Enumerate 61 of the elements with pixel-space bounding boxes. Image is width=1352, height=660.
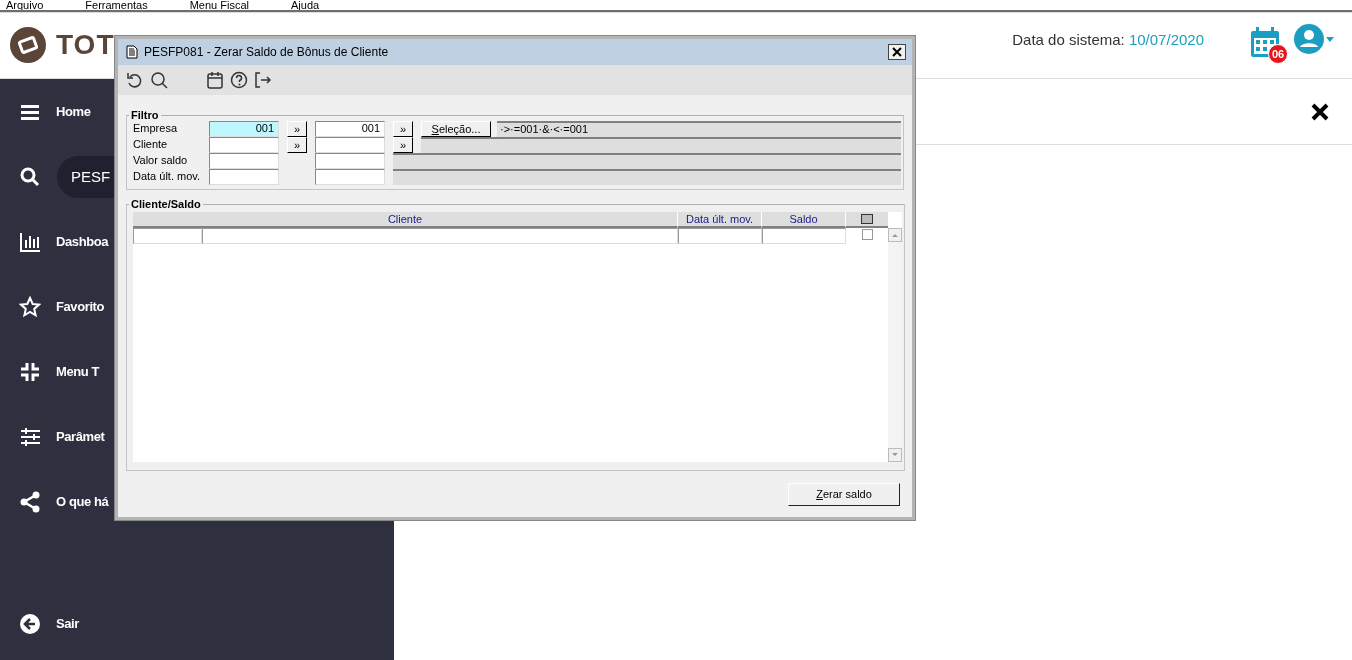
field-label: Empresa [133, 121, 179, 136]
scroll-down-icon [888, 448, 902, 462]
menu-item[interactable]: Ferramentas [85, 0, 148, 10]
share-icon[interactable] [19, 490, 41, 513]
input-field[interactable]: 001 [315, 121, 385, 137]
column-header[interactable]: Saldo [762, 212, 846, 228]
menu-item[interactable]: Menu Fiscal [189, 0, 249, 10]
group-title: Filtro [130, 109, 160, 121]
search-field[interactable]: PESF [57, 155, 115, 198]
range-button[interactable]: » [393, 121, 413, 137]
nav-item[interactable]: Menu T [56, 364, 100, 379]
select-all-icon[interactable] [861, 214, 873, 224]
range-button[interactable]: » [287, 121, 307, 137]
input-field[interactable] [209, 137, 279, 153]
document-icon [126, 45, 138, 59]
nav-item[interactable]: Parâmet [56, 429, 105, 444]
range-button[interactable]: » [393, 137, 413, 153]
selection-button[interactable]: Seleção... [421, 121, 491, 137]
field-label: Data últ. mov. [133, 169, 202, 184]
nav-item[interactable]: Home [56, 104, 91, 119]
nav-item[interactable]: Sair [56, 616, 79, 631]
input-field[interactable] [209, 169, 279, 185]
input-field[interactable] [315, 169, 385, 185]
nav-item[interactable]: Favorito [56, 299, 105, 314]
avatar-icon[interactable] [1294, 24, 1324, 54]
close-icon [892, 47, 902, 57]
scrollbar[interactable] [888, 228, 902, 462]
input-field[interactable] [315, 153, 385, 169]
notification-badge: 06 [1268, 44, 1288, 64]
caret-icon [1326, 36, 1334, 42]
bar-chart-icon[interactable] [19, 230, 41, 253]
group-title: Cliente/Saldo [130, 198, 202, 210]
input-field[interactable]: 001 [209, 121, 279, 137]
help-icon[interactable] [230, 71, 248, 89]
scroll-up-icon [888, 228, 902, 242]
exit-icon[interactable] [254, 71, 272, 89]
undo-icon[interactable] [126, 71, 144, 89]
input-field[interactable] [209, 153, 279, 169]
calendar-icon[interactable] [206, 71, 224, 89]
checkbox[interactable] [861, 229, 873, 240]
star-icon[interactable] [19, 295, 41, 318]
logo-text: TOT [56, 29, 115, 61]
nav-item[interactable]: Dashboa [56, 234, 109, 249]
column-header[interactable]: Cliente [133, 212, 678, 228]
nav-item[interactable]: O que há [56, 494, 109, 509]
field-label: Cliente [133, 137, 169, 152]
input-field[interactable] [315, 137, 385, 153]
range-button[interactable]: » [287, 137, 307, 153]
expression-field: ·>·=001·&·<·=001 [497, 121, 901, 137]
search-icon [19, 165, 41, 188]
field-label: Valor saldo [133, 153, 189, 168]
close-button[interactable] [888, 44, 906, 60]
compress-icon[interactable] [19, 360, 41, 383]
search-icon[interactable] [150, 71, 168, 89]
system-date: Data do sistema: 10/07/2020 [1012, 30, 1204, 48]
column-header[interactable]: Data últ. mov. [678, 212, 762, 228]
zero-balance-button[interactable]: Zerar saldo [788, 482, 900, 506]
window-title: PESFP081 - Zerar Saldo de Bônus de Cliente [144, 45, 390, 59]
close-icon[interactable] [1310, 101, 1330, 122]
sliders-icon[interactable] [19, 425, 41, 448]
logo-icon [8, 25, 48, 65]
